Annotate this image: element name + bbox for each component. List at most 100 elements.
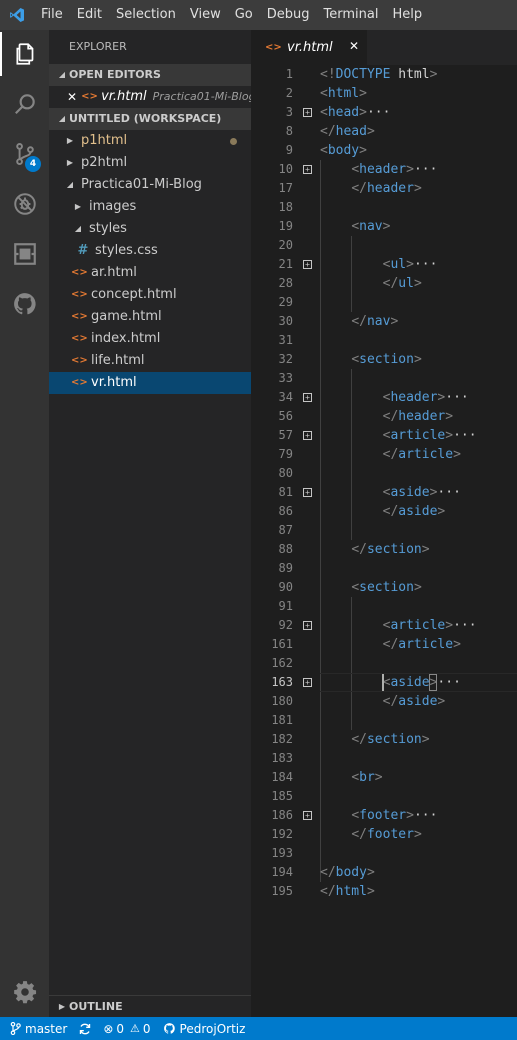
tree-item-label: ar.html (91, 265, 137, 280)
code-line[interactable]: 195 </html> (251, 882, 517, 901)
source-control-icon[interactable]: 4 (0, 132, 49, 176)
code-line[interactable]: 194 </body> (251, 863, 517, 882)
tree-file[interactable]: <> index.html (49, 328, 251, 350)
code-line[interactable]: 28 </ul> (251, 274, 517, 293)
workspace-header[interactable]: ◢ UNTITLED (WORKSPACE) (49, 108, 251, 130)
menu-file[interactable]: File (34, 0, 70, 30)
code-line[interactable]: 185 (251, 787, 517, 806)
tree-file[interactable]: <> life.html (49, 350, 251, 372)
tree-file[interactable]: <> ar.html (49, 262, 251, 284)
code-line[interactable]: 183 (251, 749, 517, 768)
explorer-icon[interactable] (0, 32, 49, 76)
code-line[interactable]: 29 (251, 293, 517, 312)
fold-expand-icon[interactable]: + (303, 393, 312, 402)
code-line[interactable]: 20 (251, 236, 517, 255)
code-line[interactable]: 2 <html> (251, 84, 517, 103)
fold-expand-icon[interactable]: + (303, 260, 312, 269)
tree-file[interactable]: <> concept.html (49, 284, 251, 306)
code-line[interactable]: 91 (251, 597, 517, 616)
fold-expand-icon[interactable]: + (303, 811, 312, 820)
code-line[interactable]: 88 </section> (251, 540, 517, 559)
menu-help[interactable]: Help (385, 0, 429, 30)
open-editor-item[interactable]: ✕ <> vr.html Practica01-Mi-Blog (49, 86, 251, 108)
code-line[interactable]: 161 </article> (251, 635, 517, 654)
github-user[interactable]: PedrojOrtiz (157, 1017, 252, 1040)
code-line[interactable]: 87 (251, 521, 517, 540)
code-line[interactable]: 18 (251, 198, 517, 217)
code-line[interactable]: 184 <br> (251, 768, 517, 787)
code-line[interactable]: 3 + <head>··· (251, 103, 517, 122)
fold-expand-icon[interactable]: + (303, 108, 312, 117)
branch-indicator[interactable]: master (0, 1017, 73, 1040)
tree-folder[interactable]: ▶ p1html (49, 130, 251, 152)
html-file-icon: <> (71, 311, 88, 322)
code-line[interactable]: 1 <!DOCTYPE html> (251, 65, 517, 84)
code-line[interactable]: 86 </aside> (251, 502, 517, 521)
github-icon[interactable] (0, 282, 49, 326)
menu-terminal[interactable]: Terminal (317, 0, 386, 30)
menu-view[interactable]: View (183, 0, 228, 30)
code-line[interactable]: 19 <nav> (251, 217, 517, 236)
close-icon[interactable]: ✕ (349, 39, 359, 53)
line-number: 180 (271, 694, 293, 708)
fold-expand-icon[interactable]: + (303, 165, 312, 174)
code-line[interactable]: 81 + <aside>··· (251, 483, 517, 502)
sync-icon[interactable] (73, 1017, 97, 1040)
extensions-icon[interactable] (0, 232, 49, 276)
code-line[interactable]: 9 <body> (251, 141, 517, 160)
code-line[interactable]: 56 </header> (251, 407, 517, 426)
open-editors-header[interactable]: ◢ OPEN EDITORS (49, 64, 251, 86)
settings-gear-icon[interactable] (0, 970, 49, 1014)
code-line[interactable]: 32 <section> (251, 350, 517, 369)
tree-file[interactable]: <> vr.html (49, 372, 251, 394)
tree-folder[interactable]: ▶ images (49, 196, 251, 218)
tree-file[interactable]: <> game.html (49, 306, 251, 328)
code-line[interactable]: 186 + <footer>··· (251, 806, 517, 825)
code-line[interactable]: 181 (251, 711, 517, 730)
fold-expand-icon[interactable]: + (303, 678, 312, 687)
fold-expand-icon[interactable]: + (303, 488, 312, 497)
tree-folder[interactable]: ◢ styles (49, 218, 251, 240)
problems-indicator[interactable]: ⊗ 0 ⚠ 0 (97, 1017, 156, 1040)
code-line[interactable]: 92 + <article>··· (251, 616, 517, 635)
code-line[interactable]: 79 </article> (251, 445, 517, 464)
code-line[interactable]: 17 </header> (251, 179, 517, 198)
fold-expand-icon[interactable]: + (303, 431, 312, 440)
code-line[interactable]: 21 + <ul>··· (251, 255, 517, 274)
code-line[interactable]: 8 </head> (251, 122, 517, 141)
code-line[interactable]: 30 </nav> (251, 312, 517, 331)
code-line[interactable]: 182 </section> (251, 730, 517, 749)
html-file-icon: <> (71, 267, 88, 278)
code-editor[interactable]: 1 <!DOCTYPE html> 2 <html> 3 + <head>··· 8 </hea… (251, 65, 517, 1017)
menu-selection[interactable]: Selection (109, 0, 183, 30)
tab-vr-html[interactable]: <> vr.html ✕ (251, 30, 367, 65)
outline-header[interactable]: ▶ OUTLINE (49, 995, 251, 1017)
tree-file[interactable]: # styles.css (49, 240, 251, 262)
code-text: </article> (382, 637, 461, 652)
code-line[interactable]: 193 (251, 844, 517, 863)
code-line[interactable]: 34 + <header>··· (251, 388, 517, 407)
close-icon[interactable]: ✕ (67, 86, 77, 108)
tree-folder[interactable]: ▶ p2html (49, 152, 251, 174)
code-line[interactable]: 162 (251, 654, 517, 673)
code-line[interactable]: 33 (251, 369, 517, 388)
code-line[interactable]: 180 </aside> (251, 692, 517, 711)
code-text: <html> (320, 86, 367, 101)
line-number: 32 (278, 352, 293, 366)
code-line[interactable]: 90 <section> (251, 578, 517, 597)
code-line[interactable]: 80 (251, 464, 517, 483)
menu-debug[interactable]: Debug (260, 0, 317, 30)
tree-folder[interactable]: ◢ Practica01-Mi-Blog (49, 174, 251, 196)
code-line[interactable]: 10 + <header>··· (251, 160, 517, 179)
fold-expand-icon[interactable]: + (303, 621, 312, 630)
menu-go[interactable]: Go (228, 0, 260, 30)
menu-edit[interactable]: Edit (70, 0, 109, 30)
search-icon[interactable] (0, 82, 49, 126)
code-line[interactable]: 89 (251, 559, 517, 578)
tree-item-label: life.html (91, 353, 145, 368)
debug-icon[interactable] (0, 182, 49, 226)
code-line[interactable]: 192 </footer> (251, 825, 517, 844)
code-line[interactable]: 57 + <article>··· (251, 426, 517, 445)
code-line[interactable]: 31 (251, 331, 517, 350)
html-file-icon: <> (71, 289, 88, 300)
